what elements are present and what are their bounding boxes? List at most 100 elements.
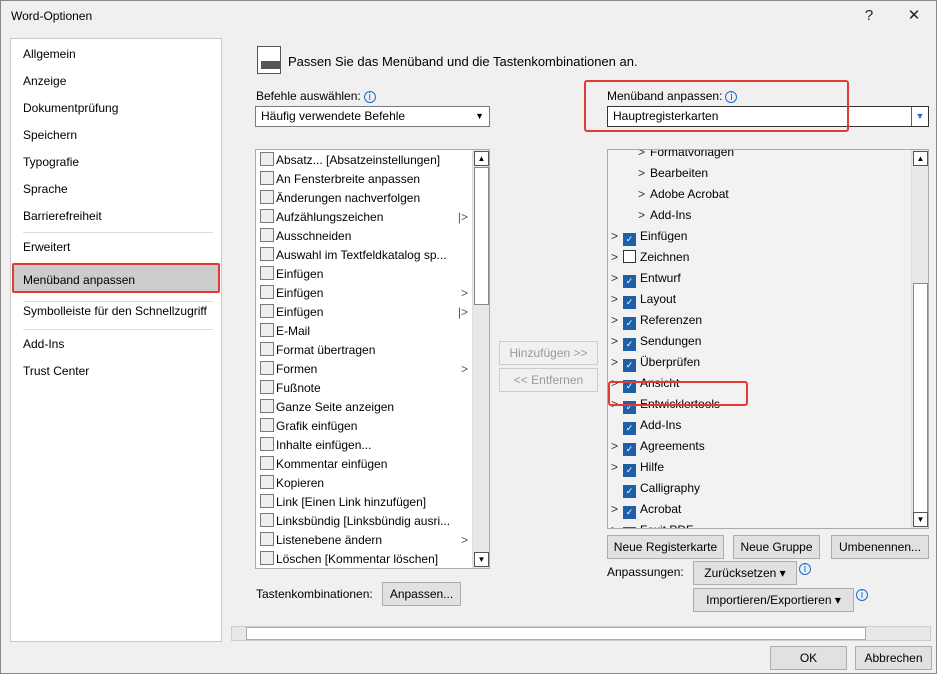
ribbon-scrollbar[interactable]: ▲ ▼ xyxy=(911,150,928,528)
sidebar-item[interactable]: Typografie xyxy=(23,155,79,169)
ribbon-tab-item[interactable]: > ✓ Sendungen xyxy=(611,332,701,351)
checkbox[interactable]: ✓ xyxy=(623,422,636,435)
new-tab-button[interactable]: Neue Registerkarte xyxy=(607,535,724,559)
sidebar-item[interactable]: Dokumentprüfung xyxy=(23,101,118,115)
commands-list[interactable]: ▲ ▼ Absatz... [Absatzeinstellungen] An Fen… xyxy=(255,149,490,569)
ribbon-tab-item[interactable]: > ✓ Überprüfen xyxy=(611,353,700,372)
rename-button[interactable]: Umbenennen... xyxy=(831,535,929,559)
customize-shortcuts-button[interactable]: Anpassen... xyxy=(382,582,461,606)
checkbox[interactable]: ✓ xyxy=(623,506,636,519)
expand-chevron-icon[interactable]: > xyxy=(611,521,623,528)
ribbon-tab-item[interactable]: >✓Foxit PDF xyxy=(611,521,693,528)
command-item[interactable]: Ausschneiden xyxy=(260,227,472,246)
command-item[interactable]: Ganze Seite anzeigen xyxy=(260,398,472,417)
command-item[interactable]: Grafik einfügen xyxy=(260,417,472,436)
expand-chevron-icon[interactable]: > xyxy=(611,311,623,330)
expand-chevron-icon[interactable]: > xyxy=(611,500,623,519)
command-item[interactable]: Absatz... [Absatzeinstellungen] xyxy=(260,151,472,170)
checkbox[interactable]: ✓ xyxy=(623,359,636,372)
command-item[interactable]: Inhalte einfügen... xyxy=(260,436,472,455)
ribbon-tab-item[interactable]: > ✓ Agreements xyxy=(611,437,705,456)
command-item[interactable]: Einfügen > xyxy=(260,284,472,303)
command-item[interactable]: Auswahl im Textfeldkatalog sp... xyxy=(260,246,472,265)
submenu-arrow-icon: |> xyxy=(457,210,468,224)
command-item[interactable]: E-Mail xyxy=(260,322,472,341)
command-item[interactable]: Kommentar einfügen xyxy=(260,455,472,474)
command-item[interactable]: Fußnote xyxy=(260,379,472,398)
ribbon-tab-item[interactable]: > ✓ Acrobat xyxy=(611,500,681,519)
command-item[interactable]: Link [Einen Link hinzufügen] xyxy=(260,493,472,512)
command-icon xyxy=(260,532,274,546)
ribbon-tab-item[interactable]: > Zeichnen xyxy=(611,248,689,267)
command-item[interactable]: Formen > xyxy=(260,360,472,379)
sidebar-item[interactable]: Add-Ins xyxy=(23,337,64,351)
ok-button[interactable]: OK xyxy=(770,646,847,670)
commands-dropdown[interactable]: Häufig verwendete Befehle ▼ xyxy=(255,106,490,127)
ribbon-tab-item[interactable]: > Add-Ins xyxy=(638,206,691,225)
help-button[interactable]: ? xyxy=(857,5,881,27)
ribbon-tab-item[interactable]: ✓ Calligraphy xyxy=(611,479,700,498)
sidebar-item[interactable]: Erweitert xyxy=(23,240,70,254)
checkbox[interactable] xyxy=(623,250,636,263)
expand-chevron-icon[interactable]: > xyxy=(611,269,623,288)
command-item[interactable]: Löschen [Kommentar löschen] xyxy=(260,550,472,569)
command-item[interactable]: Aufzählungszeichen |> xyxy=(260,208,472,227)
command-item[interactable]: An Fensterbreite anpassen xyxy=(260,170,472,189)
ribbon-tab-item[interactable]: ✓ Add-Ins xyxy=(611,416,681,435)
cancel-button[interactable]: Abbrechen xyxy=(855,646,932,670)
command-item[interactable]: Einfügen xyxy=(260,265,472,284)
expand-chevron-icon[interactable]: > xyxy=(611,227,623,246)
command-item[interactable]: Linksbündig [Linksbündig ausri... xyxy=(260,512,472,531)
sidebar-item[interactable]: Anzeige xyxy=(23,74,66,88)
expand-chevron-icon[interactable]: > xyxy=(611,437,623,456)
reset-button[interactable]: Zurücksetzen ▾ xyxy=(693,561,797,585)
import-export-button[interactable]: Importieren/Exportieren ▾ xyxy=(693,588,854,612)
expand-chevron-icon[interactable]: > xyxy=(638,206,650,225)
horizontal-scrollbar[interactable] xyxy=(231,626,931,641)
expand-chevron-icon[interactable]: > xyxy=(611,248,623,267)
command-item[interactable]: Format übertragen xyxy=(260,341,472,360)
checkbox[interactable]: ✓ xyxy=(623,464,636,477)
sidebar-item[interactable]: Trust Center xyxy=(23,364,89,378)
checkbox[interactable]: ✓ xyxy=(623,338,636,351)
checkbox[interactable]: ✓ xyxy=(623,443,636,456)
add-button[interactable]: Hinzufügen >> xyxy=(499,341,598,365)
command-item[interactable]: Änderungen nachverfolgen xyxy=(260,189,472,208)
checkbox[interactable]: ✓ xyxy=(623,317,636,330)
command-icon xyxy=(260,551,274,565)
sidebar-item[interactable]: Sprache xyxy=(23,182,68,196)
commands-scrollbar[interactable]: ▲ ▼ xyxy=(472,150,489,568)
ribbon-tab-item[interactable]: > Adobe Acrobat xyxy=(638,185,729,204)
close-button[interactable]: ✕ xyxy=(902,5,926,27)
ribbon-tab-item[interactable]: > ✓ Layout xyxy=(611,290,676,309)
expand-chevron-icon[interactable]: > xyxy=(638,185,650,204)
checkbox[interactable]: ✓ xyxy=(623,233,636,246)
expand-chevron-icon[interactable]: > xyxy=(611,458,623,477)
sidebar-item[interactable]: Symbolleiste für den Schnellzugriff xyxy=(23,304,207,318)
expand-chevron-icon[interactable]: > xyxy=(638,150,650,162)
ribbon-tab-item[interactable]: > ✓ Einfügen xyxy=(611,227,687,246)
expand-chevron-icon[interactable]: > xyxy=(638,164,650,183)
sidebar-item[interactable]: Menüband anpassen xyxy=(23,273,135,287)
sidebar-item[interactable]: Allgemein xyxy=(23,47,76,61)
checkbox[interactable]: ✓ xyxy=(623,485,636,498)
ribbon-tab-item[interactable]: > ✓ Referenzen xyxy=(611,311,702,330)
command-item[interactable]: Kopieren xyxy=(260,474,472,493)
remove-button[interactable]: << Entfernen xyxy=(499,368,598,392)
ribbon-tab-item[interactable]: > ✓ Hilfe xyxy=(611,458,664,477)
ribbon-tree[interactable]: ▲ ▼ > Formatvorlagen > Bearbeiten > Adobe Acro… xyxy=(607,149,929,529)
checkbox[interactable]: ✓ xyxy=(623,527,636,528)
command-item[interactable]: Listenebene ändern > xyxy=(260,531,472,550)
sidebar-item[interactable]: Barrierefreiheit xyxy=(23,209,102,223)
expand-chevron-icon[interactable]: > xyxy=(611,353,623,372)
expand-chevron-icon[interactable]: > xyxy=(611,290,623,309)
ribbon-tab-item[interactable]: > Formatvorlagen xyxy=(638,150,734,162)
ribbon-tab-item[interactable]: > Bearbeiten xyxy=(638,164,708,183)
new-group-button[interactable]: Neue Gruppe xyxy=(733,535,820,559)
checkbox[interactable]: ✓ xyxy=(623,275,636,288)
ribbon-tab-item[interactable]: > ✓ Entwurf xyxy=(611,269,681,288)
checkbox[interactable]: ✓ xyxy=(623,296,636,309)
command-item[interactable]: Einfügen |> xyxy=(260,303,472,322)
sidebar-item[interactable]: Speichern xyxy=(23,128,77,142)
expand-chevron-icon[interactable]: > xyxy=(611,332,623,351)
